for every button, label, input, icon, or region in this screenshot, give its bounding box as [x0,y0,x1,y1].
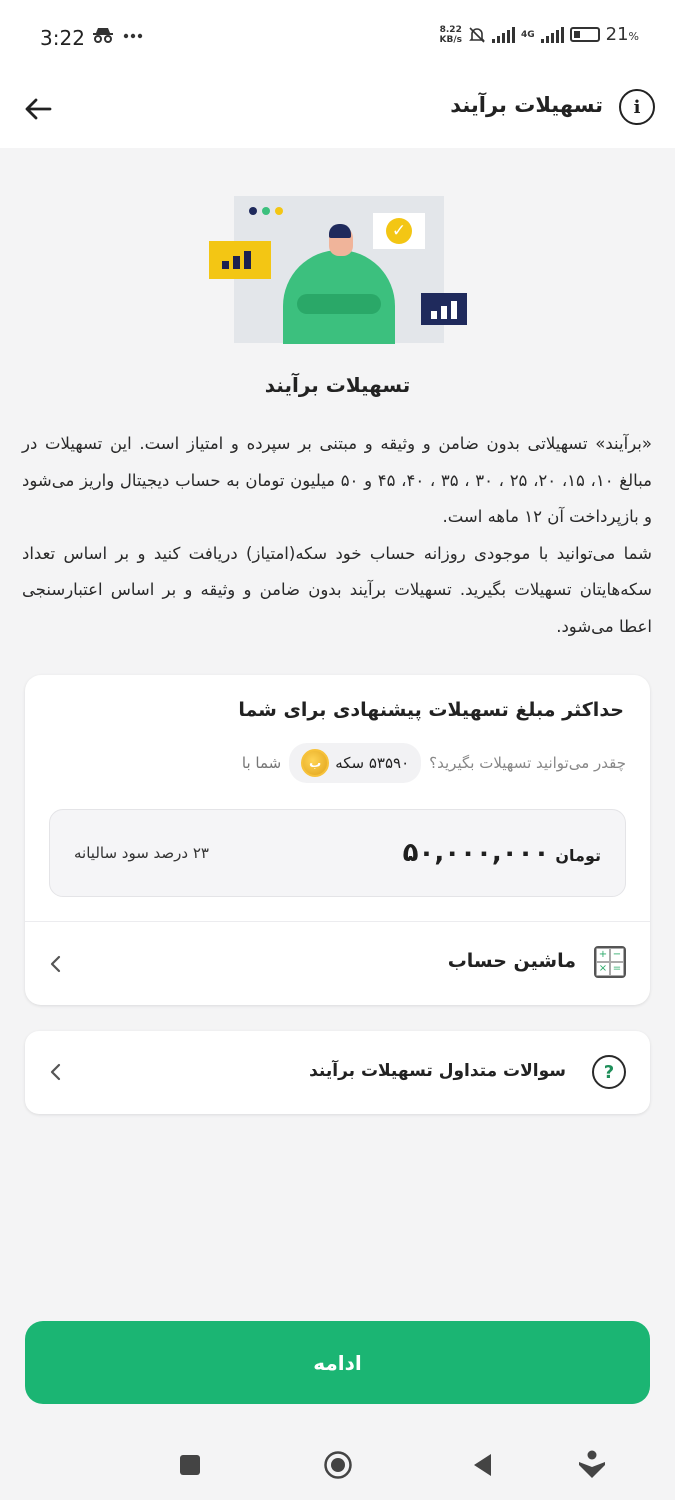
yellow-chart-card [209,241,271,279]
system-nav-bar [0,1425,675,1500]
intro-paragraph-2: شما می‌توانید با موجودی روزانه حساب خود … [22,543,652,636]
recent-apps-icon [180,1455,200,1475]
faq-label: سوالات متداول تسهیلات برآیند [309,1061,566,1081]
net-speed: 8.22 KB/s [439,24,462,45]
accessibility-button[interactable] [576,1449,608,1481]
signal-1-icon [491,26,515,43]
interest-rate: ۲۳ درصد سود سالیانه [74,844,209,862]
battery-icon [569,27,600,42]
coin-row: شما با ب ۵۳۵۹۰ سکه چقدر می‌توانید تسهیلا… [242,743,626,783]
max-amount: تومان ۵۰,۰۰۰,۰۰۰ [403,838,601,868]
amount-box: تومان ۵۰,۰۰۰,۰۰۰ ۲۳ درصد سود سالیانه [49,809,626,897]
home-icon [324,1451,352,1479]
amount-unit: تومان [555,846,601,865]
coin-count: ۵۳۵۹۰ سکه [335,754,410,772]
person-arms [297,294,381,314]
intro-title: تسهیلات برآیند [264,373,411,397]
recent-apps-button[interactable] [174,1449,206,1481]
calculator-icon: + − × = [594,946,626,978]
person-hair [329,224,351,238]
coin-question: چقدر می‌توانید تسهیلات بگیرید؟ [429,754,626,772]
status-bar: 3:22 8.22 KB/s 4G 21% [0,0,675,75]
coin-badge: ب ۵۳۵۹۰ سکه [289,743,422,783]
more-icon [124,33,143,39]
status-right-icons: 8.22 KB/s 4G 21% [440,24,640,45]
signal-2-icon [540,26,564,43]
status-time: 3:22 [40,26,85,50]
accessibility-icon [579,1450,605,1478]
incognito-icon [93,28,113,43]
faq-row[interactable]: ? سوالات متداول تسهیلات برآیند [25,1031,650,1114]
intro-paragraph-1: «برآیند» تسهیلاتی بدون ضامن و وثیقه و مب… [22,434,652,526]
intro-description: «برآیند» تسهیلاتی بدون ضامن و وثیقه و مب… [22,426,652,645]
coin-icon: ب [301,749,330,777]
info-icon: i [633,96,641,118]
continue-button[interactable]: ادامه [25,1321,650,1404]
calculator-label: ماشین حساب [447,950,576,972]
window-dots [249,207,283,215]
network-type: 4G [520,29,535,40]
bell-off-icon [469,26,485,43]
check-card: ✓ [373,213,425,249]
back-triangle-icon [474,1454,491,1476]
navy-chart-card [421,293,467,325]
arrow-left-icon [25,98,52,120]
battery-level: 21% [605,24,639,45]
amount-value: ۵۰,۰۰۰,۰۰۰ [402,838,550,868]
coin-prefix: شما با [241,754,282,772]
offer-title: حداکثر مبلغ تسهیلات پیشنهادی برای شما [238,699,624,721]
chevron-left-icon [47,1063,63,1081]
hero-illustration: ✓ [205,196,470,346]
check-icon: ✓ [386,218,412,244]
status-left-icons [92,24,144,48]
app-header: تسهیلات برآیند i [0,75,675,148]
back-button[interactable] [20,91,56,127]
offer-card: حداکثر مبلغ تسهیلات پیشنهادی برای شما شم… [25,675,650,1005]
chevron-left-icon [47,955,63,973]
home-button[interactable] [322,1449,354,1481]
system-back-button[interactable] [467,1449,499,1481]
page-title: تسهیلات برآیند [450,93,603,117]
info-button[interactable]: i [619,89,655,125]
calculator-row[interactable]: + − × = ماشین حساب [25,922,650,1005]
question-circle-icon: ? [592,1055,626,1089]
